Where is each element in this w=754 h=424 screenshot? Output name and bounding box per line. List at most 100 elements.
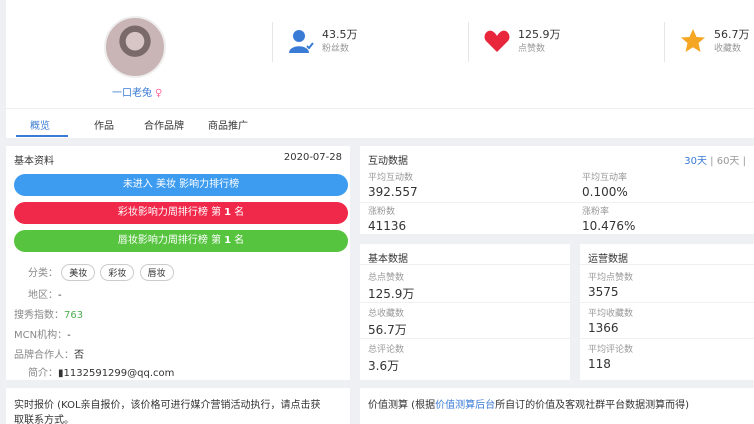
intro-value: 1132591299@qq.com xyxy=(63,368,175,379)
avg-interaction-label: 平均互动数 xyxy=(368,173,414,183)
username[interactable]: 一口老兔 ♀ xyxy=(112,84,162,99)
divider xyxy=(360,202,754,203)
mcn-label: MCN机构： xyxy=(14,330,68,341)
period-30-button[interactable]: 30天 xyxy=(684,156,707,167)
intro-label: 简介： xyxy=(28,368,58,379)
rank-lip-suffix: 名 xyxy=(234,235,245,246)
rank-lip-badge[interactable]: 唇妆影响力周排行榜 第1名 xyxy=(14,230,348,252)
total-likes-value: 125.9万 xyxy=(368,287,415,301)
category-tag[interactable]: 美妆 xyxy=(61,264,96,281)
period-selector: 30天 | 60天 | xyxy=(684,152,746,167)
fans-count: 43.5万 xyxy=(322,28,358,41)
tab-works[interactable]: 作品 xyxy=(94,117,114,132)
divider xyxy=(360,264,570,265)
fans-growth-label: 涨粉数 xyxy=(368,207,396,217)
divider xyxy=(580,338,754,339)
rank-lip-number: 1 xyxy=(224,235,232,246)
mcn-value: - xyxy=(67,330,71,341)
fans-growth-rate-value: 10.476% xyxy=(582,219,636,233)
index-label: 搜秀指数： xyxy=(14,310,64,321)
fans-growth-rate-label: 涨粉率 xyxy=(582,207,610,217)
avg-comments: 平均评论数 118 xyxy=(588,342,633,371)
likes-count: 125.9万 xyxy=(518,28,561,41)
avg-favorites-label: 平均收藏数 xyxy=(588,309,634,319)
rank-lip-text: 唇妆影响力周排行榜 第 xyxy=(117,235,222,246)
avg-interaction: 平均互动数 392.557 xyxy=(368,170,418,199)
avatar[interactable] xyxy=(104,16,166,78)
realtime-quote-card: 实时报价 (KOL亲自报价，该价格可进行媒介营销活动执行，请点击获 取联系方式。 xyxy=(6,388,350,424)
total-comments-label: 总评论数 xyxy=(368,345,405,355)
total-favorites: 总收藏数 56.7万 xyxy=(368,306,407,338)
fans-growth: 涨粉数 41136 xyxy=(368,204,406,233)
fans-growth-value: 41136 xyxy=(368,219,407,233)
avg-likes-label: 平均点赞数 xyxy=(588,273,634,283)
rank-beauty-badge[interactable]: 未进入 美妆 影响力排行榜 xyxy=(14,174,348,196)
heart-icon xyxy=(484,30,510,52)
tab-brands[interactable]: 合作品牌 xyxy=(144,117,184,132)
user-icon xyxy=(289,30,314,53)
divider xyxy=(580,264,754,265)
fans-label: 粉丝数 xyxy=(322,44,350,54)
category-row: 分类： 美妆 彩妆 唇妆 xyxy=(28,264,176,281)
tab-overview[interactable]: 概览 xyxy=(30,117,50,132)
rank-makeup-number: 1 xyxy=(224,207,232,218)
brand-label: 品牌合作人： xyxy=(14,350,74,361)
avg-interaction-rate-label: 平均互动率 xyxy=(582,173,628,183)
rank-beauty-text: 未进入 美妆 影响力排行榜 xyxy=(122,179,240,190)
fans-growth-rate: 涨粉率 10.476% xyxy=(582,204,635,233)
category-label: 分类： xyxy=(28,268,58,279)
rank-makeup-text: 彩妆影响力周排行榜 第 xyxy=(117,207,222,218)
total-comments-value: 3.6万 xyxy=(368,359,400,373)
rank-makeup-suffix: 名 xyxy=(234,207,245,218)
star-icon xyxy=(681,29,705,52)
basic-info-date: 2020-07-28 xyxy=(283,152,342,163)
period-separator: | xyxy=(742,156,746,167)
brand-row: 品牌合作人：否 xyxy=(14,346,84,361)
period-separator: | xyxy=(710,156,714,167)
interaction-card: 互动数据 30天 | 60天 | 平均互动数 392.557 平均互动率 0.1… xyxy=(360,146,754,234)
basic-info-card: 基本资料 2020-07-28 未进入 美妆 影响力排行榜 彩妆影响力周排行榜 … xyxy=(6,146,350,380)
index-value: 763 xyxy=(64,310,84,321)
rank-makeup-badge[interactable]: 彩妆影响力周排行榜 第1名 xyxy=(14,202,348,224)
brand-value: 否 xyxy=(74,350,84,361)
basic-info-title: 基本资料 xyxy=(14,156,54,167)
divider xyxy=(468,22,469,62)
mcn-row: MCN机构：- xyxy=(14,326,71,341)
avg-favorites: 平均收藏数 1366 xyxy=(588,306,633,335)
category-tag[interactable]: 彩妆 xyxy=(100,264,135,281)
operations-card: 运营数据 平均点赞数 3575 平均收藏数 1366 平均评论数 118 xyxy=(580,244,754,380)
divider xyxy=(664,22,665,62)
total-favorites-label: 总收藏数 xyxy=(368,309,405,319)
region-row: 地区：- xyxy=(28,286,62,301)
tab-products[interactable]: 商品推广 xyxy=(208,117,248,132)
divider xyxy=(580,302,754,303)
realtime-quote-line1: 实时报价 (KOL亲自报价，该价格可进行媒介营销活动执行，请点击获 xyxy=(14,400,321,411)
category-tag[interactable]: 唇妆 xyxy=(139,264,174,281)
tab-bar: 概览 作品 合作品牌 商品推广 xyxy=(6,108,754,138)
basic-data-title: 基本数据 xyxy=(368,254,408,265)
total-comments: 总评论数 3.6万 xyxy=(368,342,404,374)
favorites-label: 收藏数 xyxy=(714,44,742,54)
likes-label: 点赞数 xyxy=(518,44,546,54)
username-text: 一口老兔 xyxy=(112,88,152,99)
index-row: 搜秀指数：763 xyxy=(14,306,83,321)
avg-interaction-value: 392.557 xyxy=(368,185,418,199)
avg-interaction-rate: 平均互动率 0.100% xyxy=(582,170,628,199)
realtime-quote-line2: 取联系方式。 xyxy=(14,415,74,424)
realtime-quote-text: 实时报价 (KOL亲自报价，该价格可进行媒介营销活动执行，请点击获 取联系方式。 xyxy=(14,398,321,424)
female-icon: ♀ xyxy=(155,88,163,99)
avg-comments-label: 平均评论数 xyxy=(588,345,634,355)
intro-row: 简介：▮1132591299@qq.com xyxy=(28,364,174,379)
region-value: - xyxy=(58,290,62,301)
profile-header: 一口老兔 ♀ 43.5万 粉丝数 125.9万 点赞数 56.7万 收藏数 概览 … xyxy=(6,0,754,138)
operations-title: 运营数据 xyxy=(588,254,628,265)
period-60-button[interactable]: 60天 xyxy=(717,156,740,167)
value-estimate-prefix: 价值测算 (根据 xyxy=(368,400,436,411)
total-likes: 总点赞数 125.9万 xyxy=(368,270,414,302)
total-likes-label: 总点赞数 xyxy=(368,273,405,283)
divider xyxy=(360,338,570,339)
value-estimate-link[interactable]: 价值测算后台 xyxy=(435,400,495,411)
value-estimate-text: 价值测算 (根据价值测算后台所自订的价值及客观社群平台数据测算而得) xyxy=(368,398,689,413)
value-estimate-card: 价值测算 (根据价值测算后台所自订的价值及客观社群平台数据测算而得) xyxy=(360,388,754,424)
value-estimate-suffix: 所自订的价值及客观社群平台数据测算而得) xyxy=(495,400,689,411)
